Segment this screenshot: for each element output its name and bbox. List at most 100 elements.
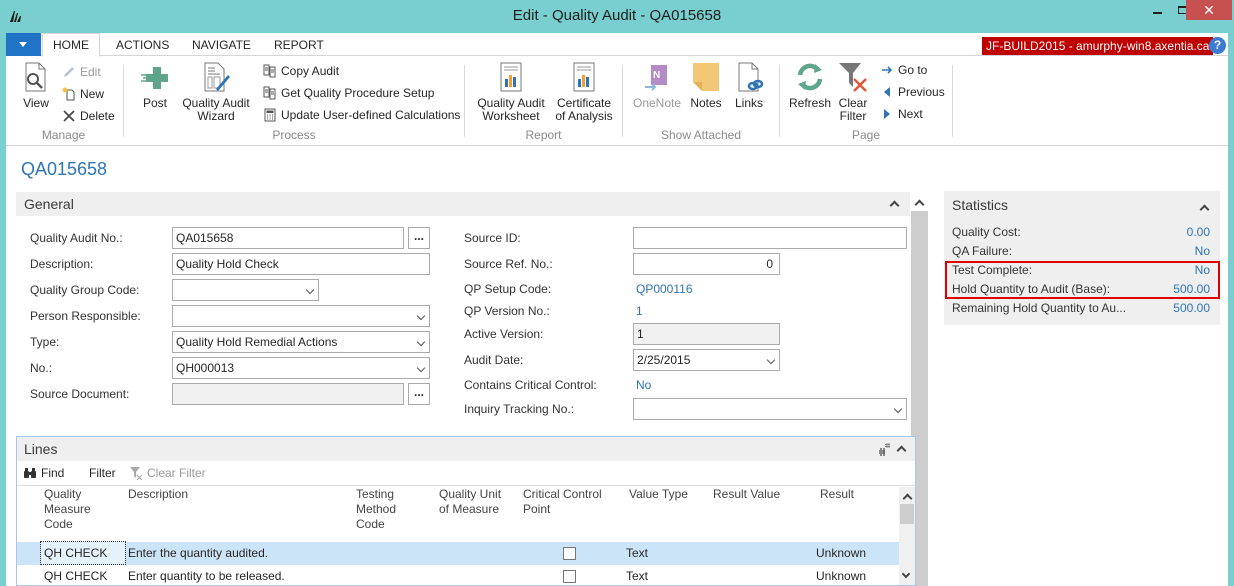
- quality-group-code-dropdown[interactable]: [172, 279, 319, 301]
- critical-control-checkbox[interactable]: [563, 547, 576, 560]
- value-type-cell[interactable]: Text: [626, 565, 648, 586]
- audit-date-dropdown[interactable]: 2/25/2015: [633, 349, 780, 371]
- clear-filter-lines-button[interactable]: Clear Filter: [129, 463, 206, 483]
- quality-audit-worksheet-button[interactable]: Quality Audit Worksheet: [474, 61, 548, 123]
- quality-audit-wizard-button[interactable]: Quality Audit Wizard: [178, 61, 254, 123]
- find-button[interactable]: Find: [23, 463, 64, 483]
- stat-value[interactable]: No: [1195, 242, 1210, 261]
- chevron-down-icon[interactable]: [901, 569, 911, 579]
- new-label: New: [80, 87, 105, 101]
- chevron-up-icon[interactable]: [903, 492, 913, 502]
- column-header-value-type[interactable]: Value Type: [629, 487, 688, 502]
- column-header-critical-control-point[interactable]: Critical Control Point: [523, 487, 602, 517]
- tab-navigate[interactable]: NAVIGATE: [182, 33, 261, 57]
- scroll-thumb[interactable]: [900, 504, 914, 524]
- svg-text:N: N: [653, 70, 660, 81]
- description-cell[interactable]: Enter quantity to be released.: [128, 565, 285, 586]
- ribbon-group-page: Refresh Clear Filter Go to Previous Next…: [780, 57, 952, 146]
- quality-audit-no-field[interactable]: QA015658: [172, 227, 404, 249]
- go-to-button[interactable]: Go to: [880, 60, 927, 80]
- copy-audit-label: Copy Audit: [281, 64, 340, 78]
- ribbon-group-manage: View Edit New Delete Manage: [6, 57, 121, 146]
- general-fasttab-header[interactable]: General: [16, 192, 910, 216]
- description-field[interactable]: Quality Hold Check: [172, 253, 430, 275]
- clear-filter-button[interactable]: Clear Filter: [836, 61, 870, 123]
- source-ref-no-field[interactable]: 0: [633, 253, 780, 275]
- minimize-button[interactable]: [1144, 0, 1170, 20]
- tab-home[interactable]: HOME: [42, 33, 100, 57]
- assist-edit-button[interactable]: ...: [408, 383, 430, 405]
- column-header-result-value[interactable]: Result Value: [713, 487, 780, 502]
- close-icon: ✕: [1203, 1, 1215, 18]
- result-cell[interactable]: Unknown: [816, 542, 866, 564]
- chevron-down-icon: [416, 337, 426, 347]
- person-responsible-dropdown[interactable]: [172, 305, 430, 327]
- arrow-right-icon: [880, 63, 894, 77]
- stat-value[interactable]: 0.00: [1187, 223, 1210, 242]
- column-header-result[interactable]: Result: [820, 487, 854, 502]
- post-button[interactable]: Post: [138, 61, 172, 110]
- filter-button[interactable]: Filter: [89, 463, 116, 483]
- certificate-of-analysis-button[interactable]: Certificate of Analysis: [553, 61, 615, 123]
- source-id-field[interactable]: [633, 227, 907, 249]
- filter-label: Filter: [89, 466, 116, 480]
- collapse-icon[interactable]: [890, 199, 900, 209]
- help-icon[interactable]: ?: [1209, 37, 1226, 54]
- critical-control-checkbox[interactable]: [563, 570, 576, 583]
- new-button[interactable]: New: [62, 84, 104, 104]
- links-button[interactable]: Links: [731, 61, 767, 110]
- notes-button[interactable]: Notes: [687, 61, 725, 110]
- next-button[interactable]: Next: [880, 104, 923, 124]
- table-row[interactable]: QH CHECK Enter quantity to be released. …: [17, 565, 899, 586]
- personalize-gear-icon[interactable]: [877, 441, 893, 457]
- ribbon-group-label: Process: [272, 128, 316, 142]
- type-dropdown[interactable]: Quality Hold Remedial Actions: [172, 331, 430, 353]
- update-calculations-button[interactable]: Update User-defined Calculations: [263, 105, 460, 125]
- no-dropdown[interactable]: QH000013: [172, 357, 430, 379]
- refresh-button[interactable]: Refresh: [788, 61, 832, 110]
- copy-document-icon: [263, 64, 277, 78]
- value-type-cell[interactable]: Text: [626, 542, 648, 564]
- column-header-testing-method-code[interactable]: Testing Method Code: [356, 487, 396, 532]
- lines-header[interactable]: Lines: [17, 437, 915, 461]
- application-menu-button[interactable]: [6, 33, 41, 56]
- notes-label: Notes: [690, 96, 722, 110]
- copy-audit-button[interactable]: Copy Audit: [263, 61, 339, 81]
- quality-measure-code-cell[interactable]: QH CHECK: [44, 565, 107, 586]
- collapse-icon[interactable]: [1200, 203, 1210, 213]
- qp-version-no-value: 1: [636, 304, 643, 318]
- get-quality-procedure-setup-button[interactable]: Get Quality Procedure Setup: [263, 83, 434, 103]
- description-cell[interactable]: Enter the quantity audited.: [128, 542, 268, 564]
- no-label: No.:: [30, 361, 53, 375]
- onenote-label: OneNote: [632, 96, 682, 110]
- collapse-icon[interactable]: [897, 444, 907, 454]
- result-cell[interactable]: Unknown: [816, 565, 866, 586]
- column-header-description[interactable]: Description: [128, 487, 188, 502]
- delete-button[interactable]: Delete: [62, 106, 115, 126]
- qp-setup-code-link[interactable]: QP000116: [636, 282, 693, 296]
- active-version-field[interactable]: 1: [633, 323, 780, 345]
- contains-critical-control-label: Contains Critical Control:: [464, 378, 597, 392]
- chevron-down-icon: [766, 355, 776, 365]
- chevron-up-icon: [915, 198, 925, 208]
- tab-report[interactable]: REPORT: [264, 33, 334, 57]
- edit-button[interactable]: Edit: [62, 62, 101, 82]
- previous-button[interactable]: Previous: [880, 82, 945, 102]
- onenote-button[interactable]: N OneNote: [631, 61, 683, 110]
- tab-actions[interactable]: ACTIONS: [106, 33, 179, 57]
- inquiry-tracking-no-dropdown[interactable]: [633, 398, 907, 420]
- close-button[interactable]: ✕: [1186, 0, 1232, 20]
- column-header-quality-measure-code[interactable]: Quality Measure Code: [44, 487, 91, 532]
- assist-edit-button[interactable]: ...: [408, 227, 430, 249]
- view-button[interactable]: View: [16, 61, 56, 110]
- quality-measure-code-cell[interactable]: QH CHECK: [40, 541, 126, 565]
- lines-scrollbar[interactable]: [899, 487, 915, 585]
- table-row[interactable]: QH CHECK Enter the quantity audited. Tex…: [17, 541, 899, 565]
- clear-filter-label: Clear Filter: [838, 96, 868, 123]
- stat-value[interactable]: 500.00: [1173, 299, 1210, 318]
- column-header-quality-uom[interactable]: Quality Unit of Measure: [439, 487, 501, 517]
- chevron-down-icon: [893, 404, 903, 414]
- lines-title: Lines: [24, 441, 58, 457]
- scroll-up-button[interactable]: [911, 194, 928, 211]
- source-document-field[interactable]: [172, 383, 404, 405]
